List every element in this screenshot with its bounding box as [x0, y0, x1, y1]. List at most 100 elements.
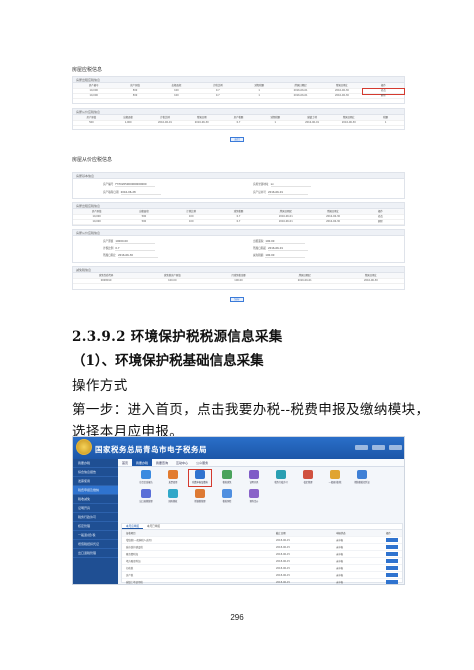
field-label: 计税比例	[103, 247, 114, 250]
list-row: 印花税 2018-06-15 未申报	[122, 565, 402, 572]
tile-label: 税费申报及缴纳	[192, 481, 208, 484]
table-cell: 500	[120, 220, 168, 225]
nav-tab[interactable]: 我要办税	[132, 459, 153, 466]
table-cell: 2016-06-30	[330, 121, 368, 126]
shot1-title: 房屋应税信息	[72, 67, 103, 73]
tile-label: 国际税收	[168, 500, 178, 503]
field-label: 房产编号	[103, 183, 114, 186]
function-tile[interactable]: 发票使用	[162, 470, 184, 486]
sidebar-item[interactable]: 综合信息报告	[73, 468, 118, 477]
function-tile[interactable]: 国际税收	[162, 489, 184, 505]
header-user-links[interactable]	[355, 445, 402, 450]
function-tile[interactable]: 综合信息报告	[135, 470, 157, 486]
field-label: 出租面积	[253, 240, 264, 243]
sidebar-item[interactable]: 一般退(抵)税	[73, 531, 118, 540]
sidebar-item[interactable]: 增值税抵扣凭证	[73, 540, 118, 549]
table-cell: 500	[114, 94, 156, 99]
declare-button[interactable]	[386, 545, 398, 549]
declare-button[interactable]	[386, 580, 398, 584]
nav-tab[interactable]: 我要查询	[152, 459, 172, 466]
tile-label: 税收风险	[222, 500, 232, 503]
field-acquire-date: 房产取得日期 2016-06-28	[103, 190, 161, 195]
tile-label: 综合信息报告	[139, 481, 153, 484]
declare-button[interactable]	[386, 538, 398, 542]
table-cell: 2016-06-01	[146, 121, 184, 126]
function-tile[interactable]: 预约定价	[243, 489, 265, 505]
function-tile[interactable]: 税收风险	[216, 489, 238, 505]
nav-tab[interactable]: 公众服务	[192, 459, 212, 466]
row-action-link[interactable]: 删除	[362, 94, 404, 99]
field-value[interactable]: 2016-06-01	[267, 247, 308, 251]
field-value[interactable]: F370205000000000000	[115, 183, 156, 187]
module-icon	[357, 470, 367, 479]
rent-tax-panel: 房屋出租应税信息 房产编号 房产原值 出租面积 计税比例 减免税额 所属日期起 所属日期止操…	[72, 76, 406, 104]
sidebar-item[interactable]: 发票使用	[73, 477, 118, 486]
sidebar-item[interactable]: 税务行政许可	[73, 513, 118, 522]
rent-tax-panel-2: 房屋出租应税信息 房产原值 出租面积 计税比例 减免税额 所属日期起 所属日期止 操作 10,…	[72, 202, 405, 226]
table-cell: 2016-06-30	[309, 220, 357, 225]
module-icon	[222, 470, 232, 479]
tile-label: 发票使用	[168, 481, 178, 484]
field-value[interactable]: 2016-06-28	[120, 191, 161, 195]
field-value[interactable]: 10000.00	[115, 240, 156, 244]
table-cell: 1	[256, 121, 294, 126]
paragraph-method: 操作方式	[72, 378, 128, 394]
declare-button[interactable]	[386, 566, 398, 570]
tile-label: 税收减免	[222, 481, 232, 484]
declare-button[interactable]	[386, 559, 398, 563]
function-tile[interactable]: 税费申报及缴纳	[188, 469, 212, 487]
sidebar-item[interactable]: 证明开具	[73, 504, 118, 513]
table-cell: 0.7	[197, 94, 239, 99]
module-icon	[249, 470, 259, 479]
save-button[interactable]: 保存	[230, 297, 244, 302]
sidebar-item[interactable]: 我要办税	[73, 459, 118, 468]
nav-tab[interactable]: 首页	[118, 459, 132, 466]
rent-tax-table: 房产编号 房产原值 出租面积 计税比例 减免税额 所属日期起 所属日期止 操作 10,000 50…	[73, 83, 406, 99]
shot2-title: 房屋从价应税信息	[72, 157, 113, 163]
return-button[interactable]: 返回	[230, 137, 244, 142]
form-field: 所属日期止 2016-06-30	[103, 253, 158, 258]
list-tab[interactable]: 本月已申报	[143, 524, 164, 529]
function-tile[interactable]: 税务行政许可	[270, 470, 292, 486]
function-tile[interactable]: 增值税管理	[189, 489, 211, 505]
field-value[interactable]: 100.00	[265, 240, 306, 244]
table-cell: 0.7	[220, 121, 257, 126]
function-tile[interactable]: 核定管理	[297, 470, 319, 486]
function-tile[interactable]: 增值税抵扣凭证	[351, 470, 373, 486]
function-tile[interactable]: 一般退(抵)税	[324, 470, 346, 486]
sidebar-item[interactable]: 核定管理	[73, 522, 118, 531]
form-field: 出租面积 100.00	[253, 239, 306, 244]
list-cell: 2018-06-15	[276, 581, 290, 584]
sidebar-item[interactable]: 税收减免	[73, 495, 118, 504]
form-field: 房产原值 10000.00	[103, 239, 156, 244]
sidebar-item[interactable]: 出口退税管理	[73, 549, 118, 558]
tile-label: 证明开具	[249, 481, 259, 484]
field-value[interactable]: 2016-06-30	[117, 254, 158, 258]
list-tab[interactable]: 本月应申报	[122, 524, 143, 529]
portal-header: 国家税务总局青岛市电子税务局	[73, 437, 404, 459]
section-heading: 2.3.9.2 环境保护税税源信息采集	[72, 329, 283, 345]
row-action-link[interactable]: 删除	[356, 220, 404, 225]
field-value[interactable]: 2016-06-01	[267, 191, 308, 195]
relief-panel: 减免税信息 减免性质代码 减免税房产原值 月减免税金额 所属日期起 所属日期止 00080…	[72, 266, 405, 290]
list-row: 增值税(一般纳税人适用) 2018-06-15 未申报	[122, 537, 402, 544]
function-tile[interactable]: 税收减免	[216, 470, 238, 486]
tile-label: 增值税管理	[194, 500, 206, 503]
function-tile[interactable]: 证明开具	[243, 470, 265, 486]
field-value[interactable]: xx	[270, 183, 311, 187]
function-tile[interactable]: 出口退税管理	[135, 489, 157, 505]
declare-button[interactable]	[386, 552, 398, 556]
field-value[interactable]: 0.7	[115, 247, 156, 251]
declaration-list: 本月应申报 本月已申报 征收项目 截止日期 申报状态 操作 增值税(一般纳税人适用) 201…	[121, 523, 403, 584]
sidebar-item[interactable]: 税费申报及缴纳	[73, 486, 118, 495]
list-row: 地方教育附加 2018-06-15 未申报	[122, 558, 402, 565]
table-cell: 2016-06-01	[279, 94, 322, 99]
nav-tab[interactable]: 互动中心	[172, 459, 192, 466]
table-cell: 2016-06-30	[183, 121, 221, 126]
field-address: 房屋坐落地址 xx	[253, 182, 311, 187]
declare-button[interactable]	[386, 573, 398, 577]
relief-table: 减免性质代码 减免税房产原值 月减免税金额 所属日期起 所属日期止 0008010 100.…	[73, 273, 404, 284]
form-field: 计税比例 0.7	[103, 246, 156, 251]
module-icon	[141, 470, 151, 479]
field-value[interactable]: 100.00	[265, 254, 306, 258]
